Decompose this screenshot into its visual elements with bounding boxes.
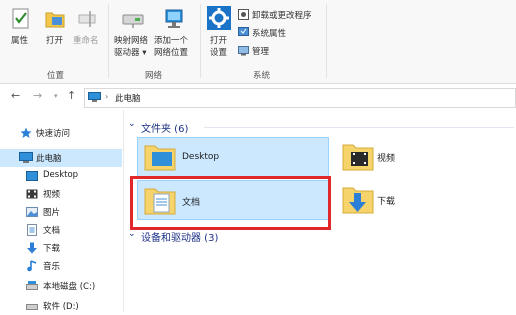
nav-item-pictures[interactable]: 图片 — [0, 203, 122, 221]
document-icon — [26, 224, 38, 236]
up-arrow-icon[interactable]: ↑ — [67, 89, 76, 102]
desktop-folder-icon — [26, 170, 38, 182]
computer-icon — [19, 152, 33, 164]
system-properties-button[interactable]: 系统属性 — [252, 27, 286, 39]
folder-tile-downloads[interactable]: 下载 — [336, 180, 511, 220]
network-location-icon[interactable] — [163, 8, 185, 30]
ribbon-separator — [326, 4, 327, 78]
section-divider — [204, 127, 514, 128]
address-bar[interactable]: › 此电脑 — [84, 88, 516, 108]
navigation-pane: 快速访问 此电脑 Desktop 视频 图片 文档 下载 音乐 本地磁盘 (C:… — [0, 110, 123, 312]
properties-button[interactable]: 属性 — [11, 34, 28, 46]
map-drive-button[interactable]: 映射网络 — [114, 34, 148, 46]
breadcrumb-this-pc[interactable]: 此电脑 — [115, 92, 141, 104]
chevron-down-icon[interactable]: ⌄ — [128, 119, 136, 129]
open-settings-button[interactable]: 打开 — [210, 34, 227, 46]
nav-item-downloads[interactable]: 下载 — [0, 239, 122, 257]
drive-icon — [26, 300, 38, 312]
nav-item-desktop[interactable]: Desktop — [0, 167, 122, 185]
open-settings-button-line2[interactable]: 设置 — [210, 46, 227, 58]
folders-section-header[interactable]: 文件夹 (6) — [141, 120, 188, 135]
chevron-down-icon[interactable]: ⌄ — [128, 229, 136, 239]
videos-folder-icon — [342, 141, 374, 173]
add-network-location-button-line2[interactable]: 网络位置 — [154, 46, 188, 58]
video-icon — [26, 188, 38, 200]
location-group-label: 位置 — [47, 71, 65, 81]
ribbon-separator — [108, 4, 109, 78]
properties-icon[interactable] — [11, 8, 31, 30]
recent-locations-chevron-icon[interactable]: ▾ — [54, 92, 58, 100]
map-drive-button-line2[interactable]: 驱动器 ▾ — [114, 46, 146, 58]
manage-button[interactable]: 管理 — [252, 45, 269, 57]
computer-icon — [88, 92, 101, 103]
highlight-annotation — [130, 176, 331, 230]
forward-arrow-icon[interactable]: → — [33, 89, 42, 102]
back-arrow-icon[interactable]: ← — [11, 89, 20, 102]
settings-gear-icon[interactable] — [207, 6, 231, 30]
rename-button[interactable]: 重命名 — [73, 34, 99, 46]
address-row: ← → ▾ ↑ › 此电脑 — [0, 84, 516, 110]
download-arrow-icon — [26, 242, 38, 254]
uninstall-icon[interactable] — [238, 9, 249, 20]
ribbon: 属性 打开 重命名 位置 映射网络 驱动器 ▾ 添加一个 网络位置 网络 打开 … — [0, 0, 516, 84]
add-network-location-button[interactable]: 添加一个 — [154, 34, 188, 46]
system-properties-icon[interactable] — [238, 27, 249, 38]
breadcrumb-chevron-icon[interactable]: › — [105, 92, 108, 101]
desktop-folder-icon — [144, 142, 176, 172]
folder-tile-videos[interactable]: 视频 — [336, 137, 511, 177]
nav-item-music[interactable]: 音乐 — [0, 257, 122, 275]
open-folder-icon[interactable] — [44, 8, 66, 30]
rename-icon[interactable] — [76, 8, 98, 30]
drive-icon — [26, 280, 38, 292]
nav-quick-access[interactable]: 快速访问 — [0, 124, 122, 142]
manage-icon[interactable] — [238, 45, 249, 56]
music-note-icon — [26, 260, 38, 272]
devices-section-header[interactable]: 设备和驱动器 (3) — [141, 229, 218, 244]
nav-item-videos[interactable]: 视频 — [0, 185, 122, 203]
network-drive-icon[interactable] — [122, 11, 144, 29]
pane-divider — [123, 110, 124, 312]
nav-item-documents[interactable]: 文档 — [0, 221, 122, 239]
open-button[interactable]: 打开 — [46, 34, 63, 46]
pictures-icon — [26, 206, 38, 218]
uninstall-program-button[interactable]: 卸载或更改程序 — [252, 9, 312, 21]
downloads-folder-icon — [342, 183, 374, 217]
folder-tile-desktop[interactable]: Desktop — [137, 137, 329, 177]
nav-item-local-disk-c[interactable]: 本地磁盘 (C:) — [0, 277, 122, 295]
ribbon-separator — [200, 4, 201, 78]
nav-item-software-d[interactable]: 软件 (D:) — [0, 297, 122, 315]
nav-this-pc[interactable]: 此电脑 — [0, 149, 122, 167]
network-group-label: 网络 — [145, 71, 163, 81]
star-icon — [20, 127, 32, 139]
system-group-label: 系统 — [253, 71, 271, 81]
